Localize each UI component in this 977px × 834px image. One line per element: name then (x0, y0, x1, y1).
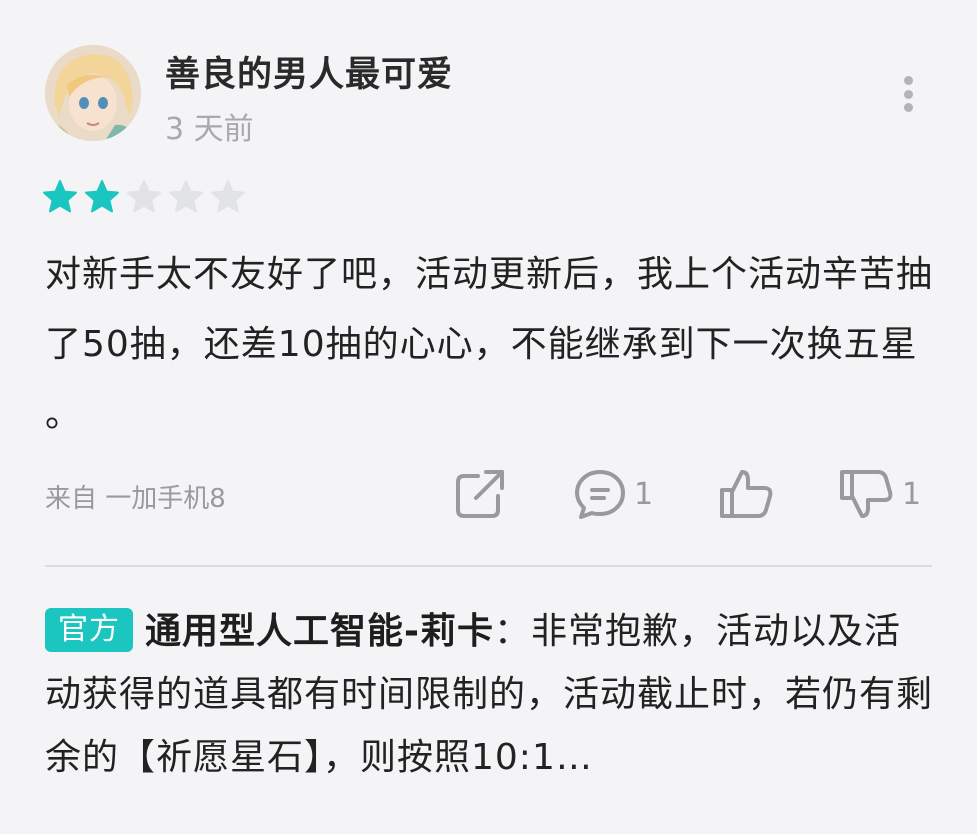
like-icon (720, 470, 773, 518)
official-reply[interactable]: 官方 通用型人工智能-莉卡：非常抱歉，活动以及活动获得的道具都有时间限制的，活动截… (45, 600, 935, 789)
star-filled-icon (85, 180, 119, 213)
star-empty-icon (169, 180, 203, 213)
star-rating (43, 180, 245, 214)
star-filled-icon (43, 180, 77, 213)
comment-button[interactable]: 1 (572, 465, 653, 523)
divider (45, 565, 932, 567)
dislike-icon (840, 470, 893, 518)
post-time: 3 天前 (165, 112, 254, 147)
share-icon (456, 470, 504, 518)
star-empty-icon (127, 180, 161, 213)
more-options-button[interactable] (890, 70, 926, 118)
like-button[interactable] (718, 465, 776, 523)
share-button[interactable] (452, 465, 508, 523)
username[interactable]: 善良的男人最可爱 (165, 46, 453, 97)
official-reply-author[interactable]: 通用型人工智能-莉卡 (145, 611, 494, 652)
device-label: 来自 一加手机8 (45, 484, 226, 514)
reply-separator: ： (493, 611, 531, 652)
comment-count: 1 (634, 476, 654, 512)
comment-icon (575, 470, 625, 519)
more-icon (903, 76, 913, 85)
user-avatar[interactable] (45, 45, 141, 141)
official-badge: 官方 (45, 608, 133, 652)
dislike-count: 1 (902, 476, 922, 512)
star-empty-icon (211, 180, 245, 213)
dislike-button[interactable]: 1 (838, 465, 921, 523)
review-text: 对新手太不友好了吧，活动更新后，我上个活动辛苦抽了50抽，还差10抽的心心，不能… (45, 254, 934, 435)
